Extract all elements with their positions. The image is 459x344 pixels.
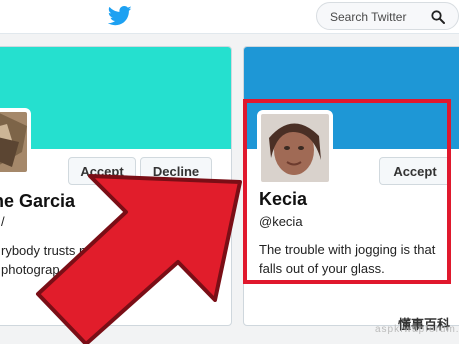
search-box[interactable] (316, 2, 459, 30)
highlight-box (243, 99, 451, 284)
follow-request-card: Accept Decline ne Garcia / rybody trusts… (0, 46, 232, 326)
search-icon[interactable] (431, 10, 445, 24)
search-input[interactable] (328, 8, 428, 26)
top-bar (0, 0, 459, 34)
decline-button[interactable]: Decline (140, 157, 212, 185)
profile-name[interactable]: ne Garcia (0, 191, 75, 212)
profile-banner (0, 47, 231, 149)
twitter-bird-icon[interactable] (108, 5, 132, 27)
profile-handle[interactable]: / (1, 214, 5, 229)
avatar[interactable] (0, 108, 31, 176)
profile-bio: rybody trusts n ple photograp (1, 243, 158, 277)
avatar-photo (0, 112, 27, 172)
watermark-url: aspk.wapforum.com (375, 324, 459, 335)
accept-button[interactable]: Accept (68, 157, 136, 185)
